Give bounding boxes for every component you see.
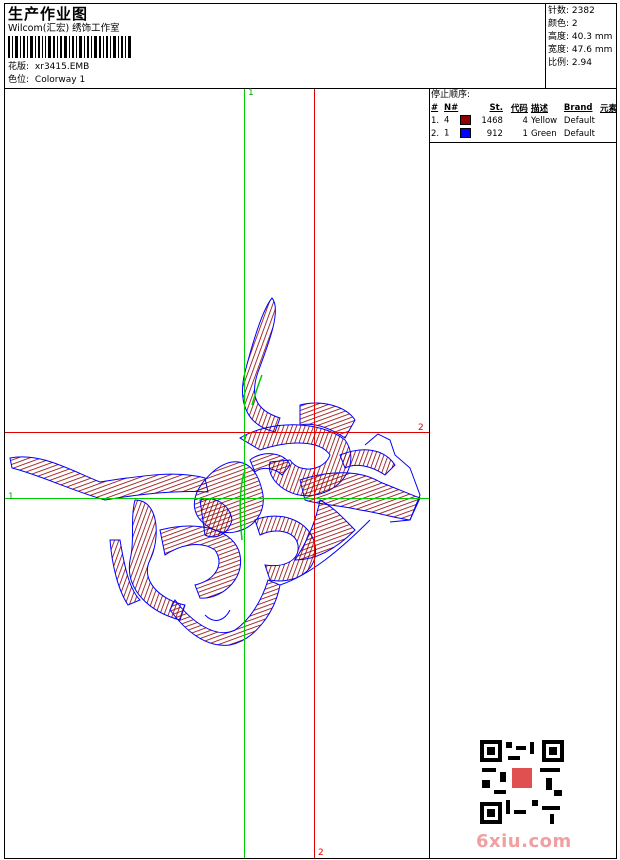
design-stitches	[9, 297, 421, 646]
site-watermark: 6xiu.com	[476, 831, 572, 852]
red-axis-label-right: 2	[418, 423, 424, 433]
embroidery-design	[5, 89, 429, 858]
green-axis-label-left: 1	[8, 492, 14, 502]
red-axis-label-bottom: 2	[318, 848, 324, 858]
green-axis-label-top: 1	[248, 88, 254, 98]
qr-code	[480, 740, 564, 824]
